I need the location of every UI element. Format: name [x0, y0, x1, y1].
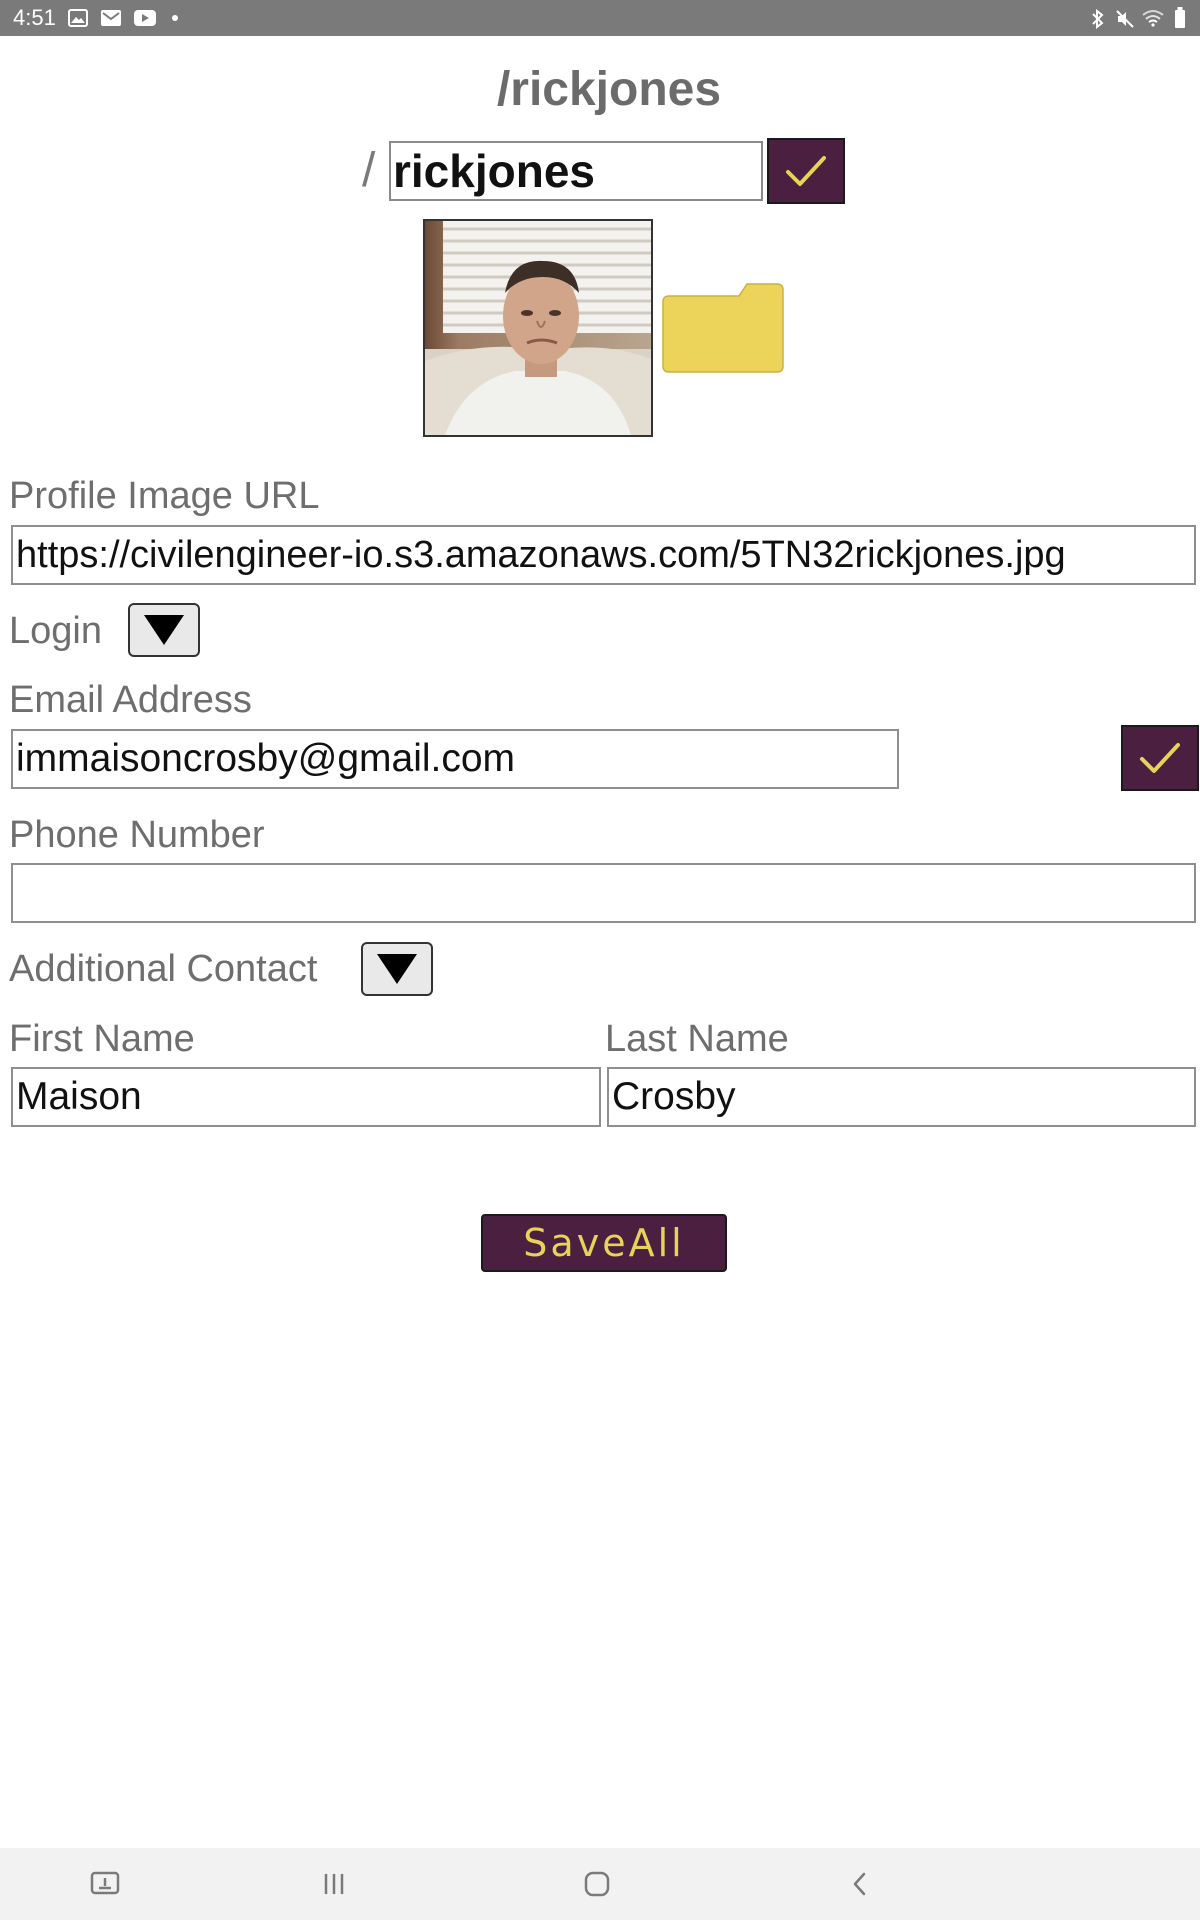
- phone-label: Phone Number: [9, 814, 265, 856]
- wifi-icon: [1142, 10, 1164, 27]
- status-bar: 4:51: [0, 0, 1200, 36]
- youtube-icon: [134, 10, 156, 26]
- status-time: 4:51: [13, 5, 56, 30]
- email-label: Email Address: [9, 679, 252, 721]
- folder-icon[interactable]: [659, 280, 787, 376]
- back-button[interactable]: [830, 1862, 890, 1906]
- first-name-input[interactable]: [11, 1067, 601, 1127]
- first-name-label: First Name: [9, 1018, 195, 1060]
- additional-contact-label: Additional Contact: [9, 948, 318, 990]
- gallery-icon: [68, 9, 88, 27]
- screenshot-icon: [90, 1871, 120, 1895]
- phone-input[interactable]: [11, 863, 1196, 923]
- checkmark-icon: [1140, 743, 1180, 773]
- additional-contact-dropdown-button[interactable]: [361, 942, 433, 996]
- triangle-down-icon: [144, 615, 184, 645]
- profile-photo: [423, 219, 653, 437]
- mute-icon: [1116, 10, 1134, 28]
- save-all-button[interactable]: SaveAll: [481, 1214, 727, 1272]
- last-name-label: Last Name: [605, 1018, 789, 1060]
- confirm-email-button[interactable]: [1121, 725, 1199, 791]
- triangle-down-icon: [377, 954, 417, 984]
- page-title: /rickjones: [496, 63, 722, 116]
- last-name-input[interactable]: [607, 1067, 1196, 1127]
- back-icon: [853, 1872, 866, 1896]
- battery-icon: [1175, 7, 1185, 28]
- username-input[interactable]: [389, 141, 763, 201]
- recent-apps-button[interactable]: [304, 1862, 364, 1906]
- login-dropdown-button[interactable]: [128, 603, 200, 657]
- profile-image-url-input[interactable]: [11, 525, 1196, 585]
- confirm-username-button[interactable]: [767, 138, 845, 204]
- profile-image-url-label: Profile Image URL: [9, 475, 320, 517]
- gmail-icon: [101, 10, 121, 26]
- dot-icon: [172, 15, 178, 21]
- home-button[interactable]: [567, 1862, 627, 1906]
- username-slash: /: [362, 144, 376, 197]
- home-icon: [584, 1871, 610, 1897]
- navigation-bar: [0, 1848, 1200, 1920]
- profile-photo-image: [425, 221, 651, 435]
- bluetooth-icon: [1092, 9, 1104, 29]
- email-input[interactable]: [11, 729, 899, 789]
- checkmark-icon: [786, 156, 826, 186]
- screenshot-button[interactable]: [75, 1862, 135, 1906]
- recent-apps-icon: [324, 1874, 344, 1894]
- login-label: Login: [9, 610, 102, 652]
- save-all-label: SaveAll: [523, 1221, 685, 1265]
